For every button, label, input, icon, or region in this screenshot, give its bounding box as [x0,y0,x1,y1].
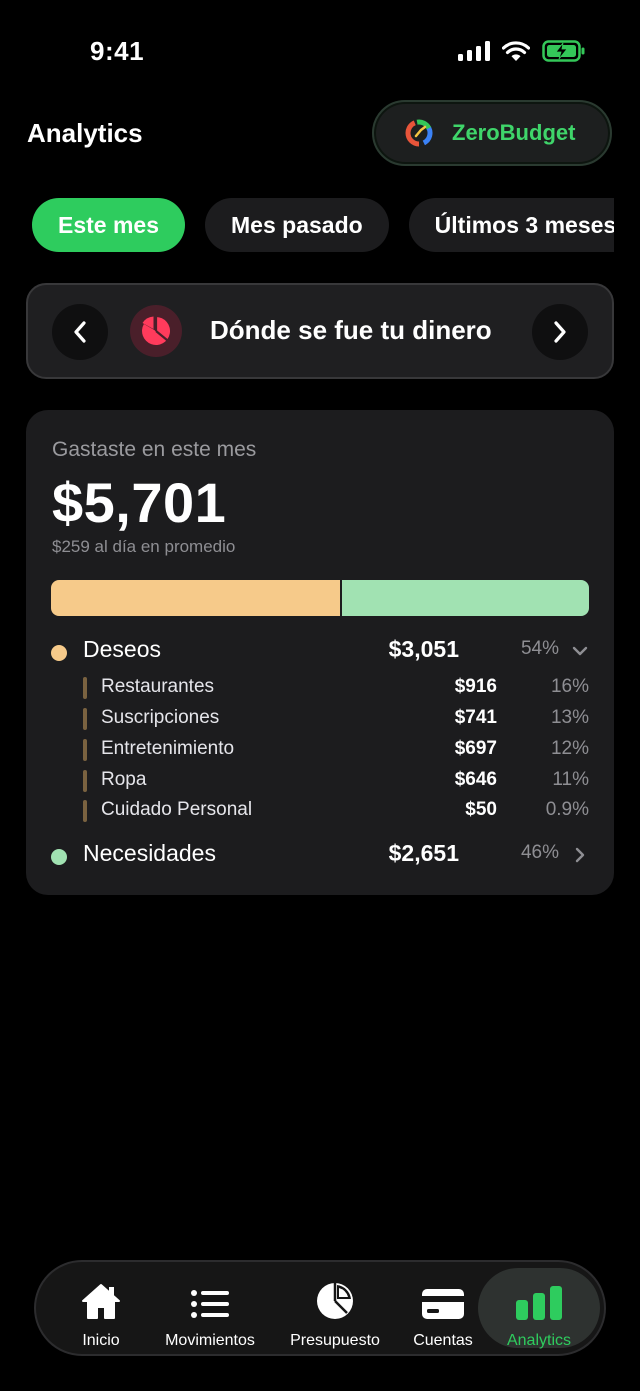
tab-label: Cuentas [413,1332,473,1349]
tab-label: Presupuesto [290,1332,380,1349]
next-section-button[interactable] [532,304,588,360]
chevron-down-icon [572,646,588,656]
tab-este-mes[interactable]: Este mes [32,198,186,252]
list-icon [191,1290,229,1318]
section-selector: Dónde se fue tu dinero [26,283,614,379]
subcategory-indicator [83,739,87,761]
subcategory-amount: $50 [465,799,497,820]
subcategory-row[interactable]: Cuidado Personal $50 0.9% [83,799,589,823]
category-row-deseos[interactable]: Deseos $3,051 54% [51,636,589,670]
section-title: Dónde se fue tu dinero [210,315,492,345]
split-bar-wants [51,580,341,616]
tab-inicio[interactable]: Inicio [46,1262,156,1354]
home-icon [82,1284,120,1319]
tab-mes-pasado[interactable]: Mes pasado [205,198,389,252]
subcategory-row[interactable]: Suscripciones $741 13% [83,707,589,731]
brand-button[interactable]: ZeroBudget [372,100,612,166]
chevron-right-icon [554,321,566,343]
spent-amount: $5,701 [52,471,227,534]
subcategory-indicator [83,770,87,792]
subcategory-percent: 13% [550,707,589,728]
section-badge [130,305,182,357]
tab-label: Movimientos [165,1332,255,1349]
bar-chart-icon [516,1286,562,1320]
wifi-icon [502,41,530,61]
subcategory-amount: $741 [454,707,497,728]
subcategory-amount: $697 [454,738,497,759]
subcategory-indicator [83,708,87,730]
subcategory-amount: $646 [454,769,497,790]
subcategory-amount: $916 [454,676,497,697]
subcategory-name: Restaurantes [101,676,215,697]
subcategory-row[interactable]: Restaurantes $916 16% [83,676,589,700]
category-amount: $2,651 [388,840,459,866]
spending-card: Gastaste en este mes $5,701 $259 al día … [26,410,614,895]
page-title: Analytics [27,118,143,148]
previous-section-button[interactable] [52,304,108,360]
period-tabs: Este mes Mes pasado Últimos 3 meses [32,198,614,252]
category-name: Deseos [83,636,161,662]
daily-average: $259 al día en promedio [52,537,236,556]
category-row-necesidades[interactable]: Necesidades $2,651 46% [51,840,589,874]
subcategory-percent: 0.9% [545,799,589,820]
pie-chart-icon [317,1283,353,1319]
spent-label: Gastaste en este mes [52,438,257,461]
subcategory-name: Suscripciones [101,707,220,728]
category-dot [51,849,67,865]
tab-ultimos-3-meses[interactable]: Últimos 3 meses [408,198,614,252]
category-percent: 46% [520,842,559,863]
category-dot [51,645,67,661]
subcategory-indicator [83,800,87,822]
chevron-right-icon [575,847,585,863]
card-icon [422,1289,464,1319]
subcategory-percent: 16% [550,676,589,697]
subcategory-percent: 12% [550,738,589,759]
subcategory-name: Ropa [101,769,147,790]
zerobudget-logo-icon [405,119,433,147]
tab-label: Analytics [506,1332,572,1349]
brand-name: ZeroBudget [452,120,576,145]
bottom-tab-bar: Inicio Movimientos Presupuesto Cuentas A… [34,1260,606,1356]
category-name: Necesidades [83,840,216,866]
tab-presupuesto[interactable]: Presupuesto [280,1262,390,1354]
tab-cuentas[interactable]: Cuentas [388,1262,498,1354]
spending-split-bar [51,580,589,616]
subcategory-row[interactable]: Ropa $646 11% [83,769,589,793]
status-time: 9:41 [90,36,145,66]
split-bar-needs [340,580,589,616]
subcategory-indicator [83,677,87,699]
tab-analytics[interactable]: Analytics [484,1262,594,1354]
battery-charging-icon [542,40,585,62]
tab-movimientos[interactable]: Movimientos [155,1262,265,1354]
subcategory-name: Cuidado Personal [101,799,253,820]
subcategory-name: Entretenimiento [101,738,235,759]
category-percent: 54% [520,638,559,659]
status-icons [458,40,586,62]
tab-label: Inicio [82,1332,120,1349]
chevron-left-icon [74,321,86,343]
category-amount: $3,051 [388,636,459,662]
subcategory-row[interactable]: Entretenimiento $697 12% [83,738,589,762]
pie-chart-icon [142,316,171,345]
cellular-signal-icon [458,41,490,61]
subcategory-percent: 11% [552,769,589,790]
